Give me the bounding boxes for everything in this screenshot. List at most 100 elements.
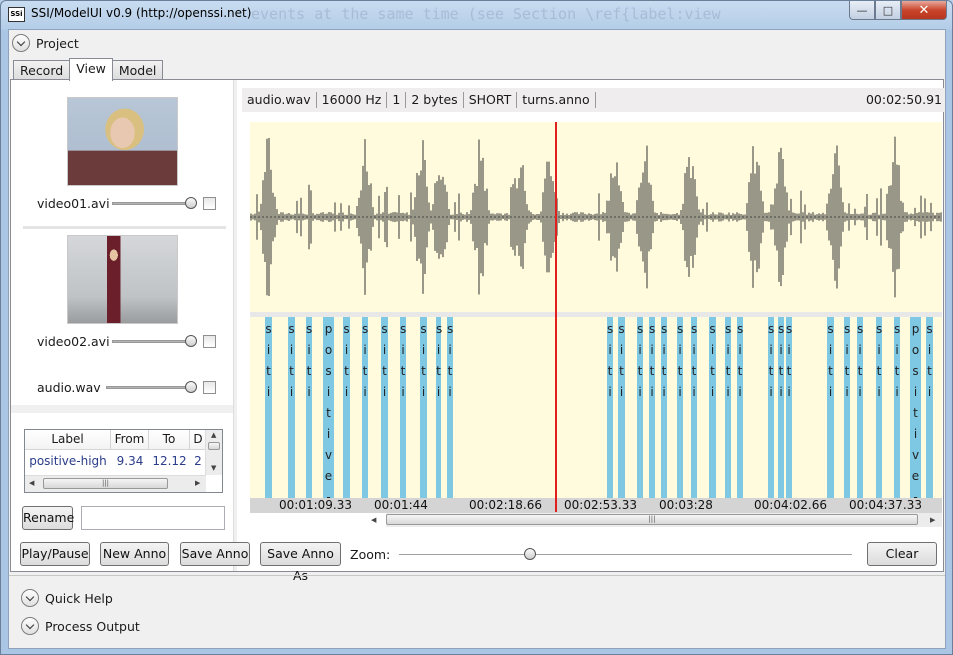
clear-button[interactable]: Clear: [867, 542, 937, 566]
track-area[interactable]: s i t i s i t i s i t i p o s i t i v e - s …: [250, 122, 942, 504]
tab-record[interactable]: Record: [13, 60, 71, 80]
annotation-segment[interactable]: s i t i: [362, 317, 368, 500]
volume-slider-thumb-1[interactable]: [185, 197, 197, 209]
annotation-segment-label: s i t i: [288, 322, 295, 399]
playback-cursor[interactable]: [555, 122, 557, 512]
column-header-label[interactable]: Label: [25, 430, 111, 449]
scroll-left-icon[interactable]: ◀: [371, 516, 376, 524]
zoom-slider-track[interactable]: [399, 554, 852, 556]
column-header-to[interactable]: To: [149, 430, 190, 449]
annotation-segment[interactable]: s i t i: [343, 317, 350, 500]
rename-input[interactable]: [81, 506, 225, 530]
annotation-segment[interactable]: s i t i: [381, 317, 388, 500]
volume-slider-thumb-2[interactable]: [185, 335, 197, 347]
annotation-segment[interactable]: s i t i: [786, 317, 792, 500]
volume-slider-track-3[interactable]: [106, 386, 196, 389]
annotation-segment-label: s i t i: [857, 322, 864, 399]
info-bytes: 2 bytes: [406, 92, 464, 108]
project-expander[interactable]: Project: [12, 34, 79, 52]
title-bar[interactable]: SSi SSI/ModelUI v0.9 (http://openssi.net…: [1, 1, 952, 29]
viewer-scroll-thumb[interactable]: |||: [386, 514, 918, 525]
column-header-from[interactable]: From: [111, 430, 149, 449]
zoom-slider-thumb[interactable]: [524, 548, 537, 560]
annotation-segment[interactable]: s i t i: [876, 317, 882, 500]
annotation-segment[interactable]: s i t i: [436, 317, 442, 500]
grid-horizontal-scrollbar[interactable]: ◀ ||| ▶: [25, 475, 206, 492]
volume-slider-track-1[interactable]: [112, 202, 196, 205]
scroll-right-icon[interactable]: ▶: [930, 516, 935, 524]
annotation-segment[interactable]: s i t i: [926, 317, 933, 500]
audio-waveform[interactable]: [250, 122, 942, 306]
chevron-down-icon[interactable]: [21, 589, 39, 607]
annotation-segment[interactable]: p o s i t i v e -: [323, 317, 334, 504]
new-anno-button[interactable]: New Anno: [100, 542, 169, 566]
annotation-segment[interactable]: s i t i: [607, 317, 613, 500]
annotation-segment-label: s i t i: [306, 322, 313, 399]
grid-vertical-scrollbar[interactable]: ▲ ▼: [205, 430, 222, 475]
viewer-horizontal-scrollbar[interactable]: ||| ▶: [386, 513, 942, 527]
annotation-segment[interactable]: s i t i: [306, 317, 312, 500]
tab-view[interactable]: View: [69, 58, 113, 81]
annotation-segment[interactable]: s i t i: [618, 317, 625, 500]
annotation-segment[interactable]: s i t i: [691, 317, 697, 500]
timeline-tick-label: 00:01:09.33: [279, 498, 352, 512]
annotation-segment[interactable]: s i t i: [288, 317, 295, 500]
process-output-expander[interactable]: Process Output: [21, 617, 140, 635]
scroll-right-icon[interactable]: ▶: [195, 479, 200, 487]
volume-slider-track-2[interactable]: [112, 340, 196, 343]
cell-label: positive-high: [29, 454, 107, 468]
annotation-segment[interactable]: s i t i: [420, 317, 427, 500]
annotation-segment[interactable]: s i t i: [709, 317, 716, 500]
annotation-segment[interactable]: s i t i: [447, 317, 453, 500]
maximize-button[interactable]: □: [875, 1, 901, 20]
minimize-button[interactable]: —: [849, 1, 875, 20]
annotation-grid[interactable]: Label From To D positive-high 9.34 12.12…: [24, 429, 223, 493]
video01-checkbox[interactable]: [203, 197, 216, 210]
save-anno-button[interactable]: Save Anno: [180, 542, 250, 566]
save-anno-as-button[interactable]: Save Anno As: [260, 542, 341, 583]
app-icon: SSi: [8, 7, 25, 22]
left-splitter[interactable]: [11, 405, 233, 413]
annotation-segment[interactable]: s i t i: [737, 317, 743, 500]
cell-from: 9.34: [116, 454, 144, 468]
rename-button[interactable]: Rename: [22, 506, 74, 530]
annotation-segment[interactable]: s i t i: [677, 317, 683, 500]
close-button[interactable]: ✕: [901, 1, 947, 20]
annotation-track[interactable]: s i t i s i t i s i t i p o s i t i v e - s …: [250, 312, 942, 504]
annotation-segment[interactable]: s i t i: [857, 317, 863, 500]
annotation-segment[interactable]: s i t i: [827, 317, 834, 500]
annotation-segment[interactable]: s i t i: [725, 317, 731, 500]
chevron-down-icon[interactable]: [21, 617, 39, 635]
annotation-segment-label: s i t i: [607, 322, 614, 399]
quick-help-expander[interactable]: Quick Help: [21, 589, 113, 607]
scroll-left-icon[interactable]: ◀: [29, 479, 34, 487]
grid-hscroll-thumb[interactable]: |||: [43, 478, 168, 489]
annotation-segment[interactable]: p o s i t i v e -: [910, 317, 921, 504]
grid-vscroll-thumb[interactable]: [208, 442, 220, 450]
annotation-segment[interactable]: s i t i: [649, 317, 655, 500]
table-row[interactable]: positive-high 9.34 12.12 2: [25, 451, 206, 471]
scroll-up-icon[interactable]: ▲: [211, 431, 216, 439]
chevron-down-icon[interactable]: [12, 34, 30, 52]
annotation-segment[interactable]: s i t i: [894, 317, 900, 500]
annotation-segment[interactable]: s i t i: [768, 317, 774, 500]
annotation-segment-label: s i t i: [362, 322, 369, 399]
annotation-segment[interactable]: s i t i: [778, 317, 784, 500]
annotation-segment[interactable]: s i t i: [400, 317, 406, 500]
vertical-splitter[interactable]: [233, 80, 237, 571]
annotation-segment[interactable]: s i t i: [637, 317, 643, 500]
annotation-segment[interactable]: s i t i: [661, 317, 667, 500]
annotation-segment-label: s i t i: [400, 322, 407, 399]
audio-checkbox[interactable]: [203, 381, 216, 394]
volume-slider-thumb-3[interactable]: [185, 381, 197, 393]
video-preview-2: [67, 235, 178, 324]
tab-model[interactable]: Model: [111, 60, 164, 80]
scroll-down-icon[interactable]: ▼: [211, 464, 216, 472]
media-label-video02: video02.avi: [37, 334, 110, 349]
play-pause-button[interactable]: Play/Pause: [20, 542, 90, 566]
video02-checkbox[interactable]: [203, 335, 216, 348]
timeline-tick-label: 00:02:18.66: [469, 498, 542, 512]
annotation-segment[interactable]: s i t i: [844, 317, 850, 500]
column-header-d[interactable]: D: [190, 430, 206, 449]
annotation-segment[interactable]: s i t i: [265, 317, 272, 500]
